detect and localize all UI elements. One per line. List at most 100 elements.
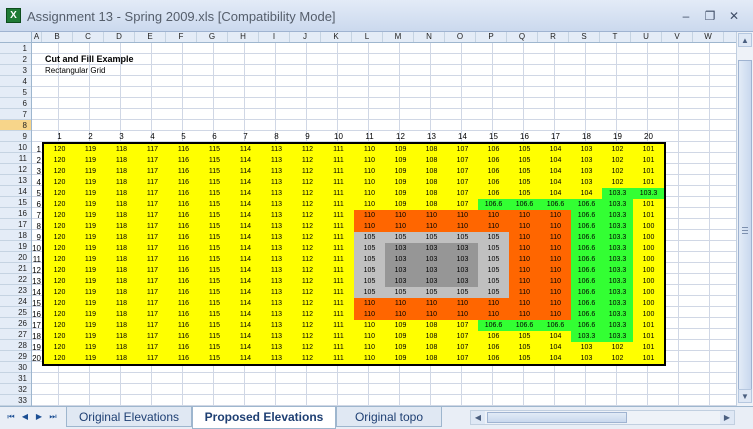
elevation-cell[interactable]: 111	[323, 177, 354, 188]
elevation-cell[interactable]: 120	[44, 177, 75, 188]
elevation-cell[interactable]: 118	[106, 155, 137, 166]
elevation-cell[interactable]: 103.3	[602, 232, 633, 243]
elevation-cell[interactable]: 109	[385, 320, 416, 331]
elevation-cell[interactable]: 103	[416, 254, 447, 265]
elevation-cell[interactable]: 106.6	[571, 254, 602, 265]
elevation-cell[interactable]: 116	[168, 298, 199, 309]
elevation-cell[interactable]: 105	[416, 287, 447, 298]
elevation-cell[interactable]: 112	[292, 188, 323, 199]
elevation-cell[interactable]: 117	[137, 298, 168, 309]
column-header[interactable]: K	[321, 32, 352, 42]
elevation-cell[interactable]: 118	[106, 320, 137, 331]
elevation-cell[interactable]: 103	[447, 276, 478, 287]
elevation-cell[interactable]: 106.6	[571, 287, 602, 298]
elevation-cell[interactable]: 118	[106, 265, 137, 276]
elevation-cell[interactable]: 107	[447, 177, 478, 188]
elevation-cell[interactable]: 110	[540, 254, 571, 265]
elevation-cell[interactable]: 117	[137, 342, 168, 353]
elevation-cell[interactable]: 109	[385, 331, 416, 342]
tab-original-elevations[interactable]: Original Elevations	[66, 407, 192, 427]
elevation-cell[interactable]: 103	[571, 177, 602, 188]
next-sheet-button[interactable]: ▶	[34, 411, 44, 423]
elevation-cell[interactable]: 108	[416, 144, 447, 155]
elevation-cell[interactable]: 110	[385, 221, 416, 232]
elevation-cell[interactable]: 113	[261, 144, 292, 155]
elevation-cell[interactable]: 110	[447, 309, 478, 320]
elevation-cell[interactable]: 112	[292, 155, 323, 166]
tab-original-topo[interactable]: Original topo	[336, 407, 442, 427]
elevation-cell[interactable]: 106.6	[540, 199, 571, 210]
elevation-cell[interactable]: 116	[168, 243, 199, 254]
elevation-cell[interactable]: 116	[168, 331, 199, 342]
elevation-cell[interactable]: 110	[447, 210, 478, 221]
elevation-cell[interactable]: 116	[168, 221, 199, 232]
column-header[interactable]: V	[662, 32, 693, 42]
elevation-cell[interactable]: 120	[44, 298, 75, 309]
row-header[interactable]: 9	[0, 131, 31, 142]
elevation-cell[interactable]: 103	[447, 243, 478, 254]
elevation-cell[interactable]: 114	[230, 353, 261, 364]
elevation-cell[interactable]: 110	[509, 276, 540, 287]
row-header[interactable]: 3	[0, 65, 31, 76]
elevation-cell[interactable]: 110	[478, 221, 509, 232]
elevation-cell[interactable]: 113	[261, 309, 292, 320]
elevation-cell[interactable]: 106	[478, 342, 509, 353]
elevation-cell[interactable]: 100	[633, 254, 664, 265]
elevation-cell[interactable]: 119	[75, 265, 106, 276]
elevation-cell[interactable]: 118	[106, 221, 137, 232]
elevation-cell[interactable]: 120	[44, 221, 75, 232]
elevation-cell[interactable]: 110	[416, 221, 447, 232]
row-header[interactable]: 4	[0, 76, 31, 87]
elevation-cell[interactable]: 113	[261, 232, 292, 243]
elevation-cell[interactable]: 114	[230, 265, 261, 276]
minimize-button[interactable]: –	[676, 9, 696, 23]
elevation-cell[interactable]: 119	[75, 199, 106, 210]
row-header[interactable]: 29	[0, 351, 31, 362]
elevation-cell[interactable]: 112	[292, 166, 323, 177]
elevation-cell[interactable]: 119	[75, 221, 106, 232]
elevation-cell[interactable]: 110	[447, 221, 478, 232]
row-header[interactable]: 30	[0, 362, 31, 373]
elevation-cell[interactable]: 110	[509, 221, 540, 232]
elevation-cell[interactable]: 118	[106, 232, 137, 243]
row-header[interactable]: 10	[0, 142, 31, 153]
elevation-cell[interactable]: 120	[44, 342, 75, 353]
column-header[interactable]: L	[352, 32, 383, 42]
elevation-cell[interactable]: 102	[602, 166, 633, 177]
elevation-cell[interactable]: 103.3	[602, 298, 633, 309]
elevation-cell[interactable]: 108	[416, 342, 447, 353]
elevation-cell[interactable]: 109	[385, 144, 416, 155]
elevation-cell[interactable]: 117	[137, 210, 168, 221]
elevation-cell[interactable]: 106.6	[478, 320, 509, 331]
elevation-cell[interactable]: 104	[571, 188, 602, 199]
row-header[interactable]: 28	[0, 340, 31, 351]
elevation-cell[interactable]: 107	[447, 166, 478, 177]
elevation-cell[interactable]: 110	[540, 298, 571, 309]
elevation-cell[interactable]: 116	[168, 177, 199, 188]
elevation-cell[interactable]: 100	[633, 298, 664, 309]
elevation-cell[interactable]: 105	[478, 276, 509, 287]
elevation-cell[interactable]: 109	[385, 188, 416, 199]
elevation-cell[interactable]: 117	[137, 254, 168, 265]
elevation-cell[interactable]: 106	[478, 353, 509, 364]
elevation-cell[interactable]: 111	[323, 155, 354, 166]
elevation-cell[interactable]: 111	[323, 309, 354, 320]
elevation-cell[interactable]: 114	[230, 221, 261, 232]
elevation-cell[interactable]: 110	[416, 298, 447, 309]
elevation-cell[interactable]: 120	[44, 199, 75, 210]
column-header[interactable]: M	[383, 32, 414, 42]
row-header[interactable]: 24	[0, 296, 31, 307]
elevation-cell[interactable]: 103.3	[602, 265, 633, 276]
elevation-cell[interactable]: 119	[75, 166, 106, 177]
elevation-cell[interactable]: 110	[509, 298, 540, 309]
elevation-cell[interactable]: 104	[540, 188, 571, 199]
elevation-cell[interactable]: 116	[168, 210, 199, 221]
elevation-cell[interactable]: 110	[540, 221, 571, 232]
elevation-cell[interactable]: 112	[292, 232, 323, 243]
elevation-cell[interactable]: 116	[168, 188, 199, 199]
elevation-cell[interactable]: 117	[137, 166, 168, 177]
row-header[interactable]: 20	[0, 252, 31, 263]
elevation-cell[interactable]: 114	[230, 298, 261, 309]
elevation-cell[interactable]: 106.6	[571, 243, 602, 254]
elevation-cell[interactable]: 117	[137, 243, 168, 254]
